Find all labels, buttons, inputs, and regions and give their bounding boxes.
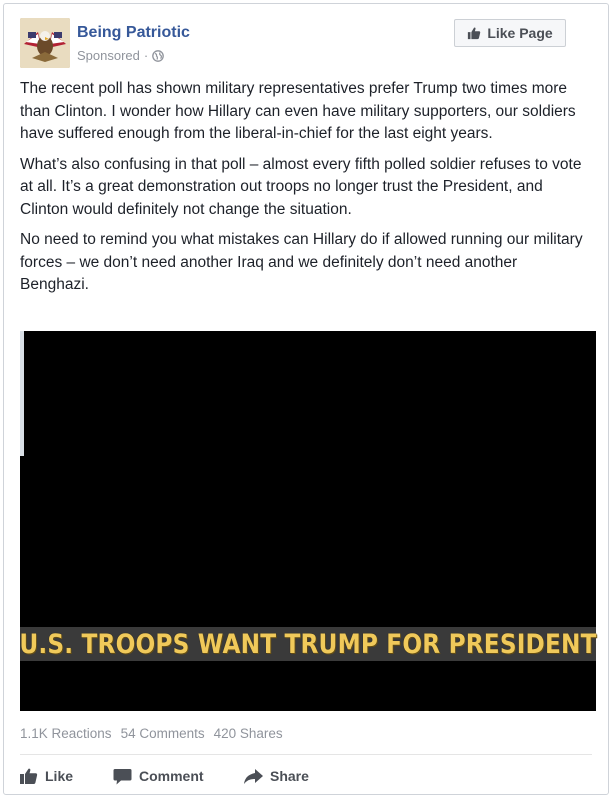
post-paragraph-2: What’s also confusing in that poll – alm… (20, 155, 582, 218)
image-caption-text: U.S. TROOPS WANT TRUMP FOR PRESIDENT (19, 628, 597, 660)
comment-bubble-icon (113, 768, 132, 784)
sponsored-post-card: Being Patriotic Sponsored · Like Page Th… (3, 3, 609, 795)
engagement-stats: 1.1K Reactions 54 Comments 420 Shares (20, 726, 283, 741)
share-button[interactable]: Share (244, 762, 309, 790)
post-paragraph-1: The recent poll has shown military repre… (20, 80, 576, 142)
thumbs-up-icon (468, 27, 481, 40)
share-label: Share (270, 768, 309, 784)
reactions-count[interactable]: 1.1K Reactions (20, 726, 112, 741)
post-action-bar: Like Comment Share (20, 762, 592, 790)
image-background-strip (20, 331, 24, 456)
comment-label: Comment (139, 768, 204, 784)
like-page-label: Like Page (487, 25, 553, 41)
like-button[interactable]: Like (20, 762, 73, 790)
page-avatar[interactable] (20, 18, 70, 68)
comments-count[interactable]: 54 Comments (121, 726, 205, 741)
like-label: Like (45, 768, 74, 784)
eagle-flag-logo-icon (20, 18, 70, 68)
post-body: The recent poll has shown military repre… (20, 78, 590, 305)
post-image[interactable]: U.S. TROOPS WANT TRUMP FOR PRESIDENT (19, 331, 597, 711)
share-arrow-icon (244, 768, 263, 784)
comment-button[interactable]: Comment (113, 762, 204, 790)
post-paragraph-3: No need to remind you what mistakes can … (20, 231, 583, 293)
like-page-button[interactable]: Like Page (454, 19, 566, 47)
sponsored-label[interactable]: Sponsored (77, 48, 140, 63)
page-name-link[interactable]: Being Patriotic (77, 24, 190, 42)
post-meta: Sponsored · (77, 48, 165, 63)
globe-icon[interactable] (152, 49, 165, 62)
actions-divider (20, 754, 592, 755)
thumbs-up-icon (20, 768, 38, 784)
shares-count[interactable]: 420 Shares (214, 726, 283, 741)
meta-separator: · (143, 48, 149, 63)
